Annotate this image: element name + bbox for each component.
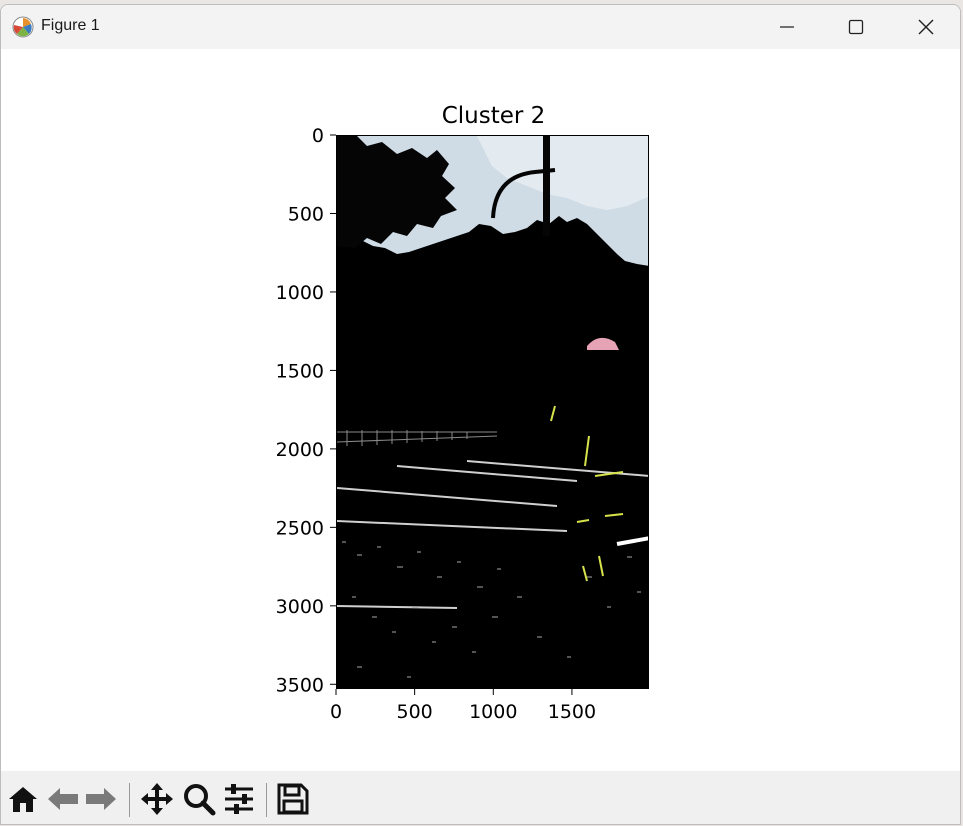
matplotlib-icon xyxy=(12,16,34,38)
toolbar-separator xyxy=(129,783,130,817)
forward-button[interactable] xyxy=(83,781,119,817)
close-button[interactable] xyxy=(891,5,960,49)
navigation-toolbar xyxy=(1,771,960,824)
y-tick-label: 3500 xyxy=(276,674,324,696)
magnifier-icon xyxy=(184,784,216,816)
back-button[interactable] xyxy=(45,781,81,817)
minimize-icon xyxy=(780,26,794,28)
y-tick-label: 1000 xyxy=(276,282,324,304)
move-icon xyxy=(141,783,173,815)
y-tick-label: 2000 xyxy=(276,439,324,461)
title-bar[interactable]: Figure 1 xyxy=(1,5,960,49)
y-tick-label: 1500 xyxy=(276,360,324,382)
maximize-icon xyxy=(848,19,864,35)
y-tick-label: 2500 xyxy=(276,517,324,539)
x-tick-label: 1000 xyxy=(469,701,517,723)
x-tick-label: 1500 xyxy=(548,701,596,723)
figure-canvas[interactable]: Cluster 2 0 500 1000 1500 2000 2500 3000… xyxy=(1,49,960,771)
zoom-button[interactable] xyxy=(181,781,217,817)
y-tick-label: 0 xyxy=(312,125,324,147)
clustered-image xyxy=(336,135,649,689)
plot-title: Cluster 2 xyxy=(441,103,546,129)
back-arrow-icon xyxy=(48,788,78,810)
home-button[interactable] xyxy=(5,781,41,817)
sliders-icon xyxy=(225,784,253,814)
minimize-button[interactable] xyxy=(752,5,822,49)
window-title: Figure 1 xyxy=(41,17,100,34)
floppy-disk-icon xyxy=(277,783,309,815)
home-icon xyxy=(9,787,37,812)
toolbar-separator xyxy=(266,783,267,817)
configure-subplots-button[interactable] xyxy=(221,781,257,817)
y-tick-label: 3000 xyxy=(276,596,324,618)
maximize-button[interactable] xyxy=(821,5,891,49)
save-button[interactable] xyxy=(275,781,311,817)
cluster-image-svg xyxy=(337,136,648,688)
close-icon xyxy=(918,19,934,35)
forward-arrow-icon xyxy=(86,788,116,810)
figure-window: Figure 1 Cluster 2 0 500 1000 1500 2000 … xyxy=(0,4,961,825)
y-tick-label: 500 xyxy=(288,203,324,225)
x-tick-label: 500 xyxy=(397,701,433,723)
x-tick-label: 0 xyxy=(330,701,342,723)
pan-button[interactable] xyxy=(139,781,175,817)
